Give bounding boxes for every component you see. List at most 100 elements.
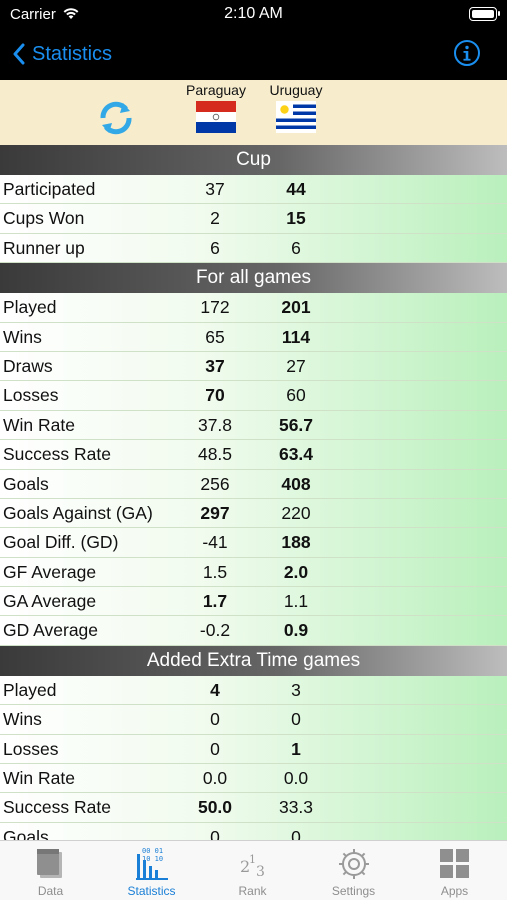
clock: 2:10 AM	[224, 5, 283, 22]
stat-value-paraguay: 4	[210, 679, 220, 700]
stat-value-paraguay: 70	[205, 385, 225, 406]
tab-label: Settings	[331, 884, 376, 898]
stat-value-paraguay: 37.8	[197, 414, 233, 435]
stat-value-uruguay: 0	[291, 709, 301, 730]
rank-icon: 2 1 3	[240, 853, 265, 880]
team-name: Paraguay	[186, 82, 246, 98]
tab-apps[interactable]: Apps	[404, 841, 505, 900]
stat-row: Goals 0 0	[0, 822, 507, 840]
stat-label: Success Rate	[3, 797, 111, 818]
stat-row: GD Average -0.2 0.9	[0, 616, 507, 646]
stat-value-uruguay: 0.0	[283, 768, 309, 789]
stat-value-paraguay: 48.5	[197, 444, 233, 465]
stat-row: Participated 37 44	[0, 175, 507, 205]
stat-row: Success Rate 48.5 63.4	[0, 440, 507, 470]
stat-value-uruguay: 6	[291, 237, 301, 258]
stat-row: Wins 65 114	[0, 322, 507, 352]
stat-row: Runner up 6 6	[0, 233, 507, 264]
stat-value-paraguay: 50.0	[197, 797, 233, 818]
stat-label: Win Rate	[3, 414, 75, 435]
stat-value-uruguay: 2.0	[283, 561, 309, 582]
svg-text:3: 3	[256, 864, 265, 880]
stat-value-uruguay: 27	[286, 355, 306, 376]
stat-row: Draws 37 27	[0, 351, 507, 382]
stat-value-paraguay: 37	[205, 355, 225, 376]
section-header-all-games: For all games	[0, 263, 507, 294]
apps-grid-icon	[440, 849, 469, 878]
tab-label: Data	[37, 884, 64, 898]
stat-value-paraguay: 1.5	[202, 561, 228, 582]
stat-row: Win Rate 0.0 0.0	[0, 764, 507, 794]
data-icon	[37, 849, 62, 878]
statistics-table[interactable]: Cup Participated 37 44 Cups Won 2 15 Run…	[0, 145, 507, 840]
stat-label: Participated	[3, 179, 96, 199]
stat-value-uruguay: 33.3	[278, 797, 314, 818]
tab-rank[interactable]: 2 1 3 Rank	[202, 841, 303, 900]
stat-label: Goals	[3, 826, 49, 840]
gear-icon	[339, 849, 369, 879]
stat-label: Losses	[3, 385, 59, 406]
svg-text:1: 1	[249, 853, 256, 866]
refresh-icon[interactable]	[96, 100, 136, 136]
stat-value-uruguay: 44	[286, 179, 306, 199]
tab-label: Rank	[238, 884, 267, 898]
statistics-icon: 00 01 10 10	[136, 847, 168, 880]
stat-label: Success Rate	[3, 444, 111, 465]
stat-value-uruguay: 3	[291, 679, 301, 700]
stat-value-uruguay: 0	[291, 826, 301, 840]
stat-row: Played 4 3	[0, 675, 507, 706]
uruguay-flag-icon	[276, 101, 316, 133]
stat-value-paraguay: 0.0	[202, 768, 228, 789]
stat-label: GD Average	[3, 620, 99, 641]
stat-label: Runner up	[3, 237, 85, 258]
chevron-left-icon	[13, 43, 25, 65]
tab-label: Statistics	[127, 884, 176, 898]
stat-value-uruguay: 201	[281, 297, 311, 318]
svg-text:10 10: 10 10	[142, 855, 163, 863]
stat-value-paraguay: 0	[210, 709, 220, 730]
stat-value-uruguay: 220	[281, 502, 311, 523]
info-icon[interactable]	[453, 39, 481, 67]
stat-value-uruguay: 0.9	[283, 620, 309, 641]
stat-row: Goals 256 408	[0, 469, 507, 499]
tab-label: Apps	[440, 884, 469, 898]
tab-settings[interactable]: Settings	[303, 841, 404, 900]
stat-value-uruguay: 188	[281, 532, 311, 553]
paraguay-flag-icon	[196, 101, 236, 133]
stat-row: Goals Against (GA) 297 220	[0, 498, 507, 529]
tab-data[interactable]: Data	[0, 841, 101, 900]
navigation-bar: Statistics	[0, 30, 507, 80]
stat-value-paraguay: 0	[210, 826, 220, 840]
stat-value-uruguay: 408	[281, 473, 311, 494]
stat-label: Goal Diff. (GD)	[3, 532, 119, 553]
team-paraguay: Paraguay	[176, 80, 256, 133]
stat-label: Goals Against (GA)	[3, 502, 153, 523]
stat-label: Win Rate	[3, 768, 75, 789]
stat-value-uruguay: 63.4	[278, 444, 314, 465]
back-button-label: Statistics	[32, 42, 113, 65]
stat-row: Played 172 201	[0, 293, 507, 323]
stat-value-uruguay: 114	[281, 326, 311, 347]
stat-label: GA Average	[3, 591, 97, 612]
stat-value-uruguay: 1	[291, 738, 301, 759]
section-header-extra-time: Added Extra Time games	[0, 645, 507, 676]
tab-statistics[interactable]: 00 01 10 10 Statistics	[101, 841, 202, 900]
stat-value-uruguay: 1.1	[283, 591, 309, 612]
stat-value-paraguay: -41	[202, 532, 228, 553]
stat-row: GA Average 1.7 1.1	[0, 587, 507, 617]
stat-value-paraguay: 172	[200, 297, 230, 318]
stat-label: GF Average	[3, 561, 97, 582]
stat-value-uruguay: 60	[286, 385, 306, 406]
stat-value-uruguay: 15	[286, 208, 306, 229]
stat-row: Win Rate 37.8 56.7	[0, 410, 507, 441]
stat-label: Played	[3, 679, 57, 700]
tab-bar: Data 00 01 10 10 Statistics 2 1 3 Rank S…	[0, 840, 507, 900]
stat-row: Success Rate 50.0 33.3	[0, 793, 507, 823]
back-button[interactable]: Statistics	[12, 40, 112, 68]
stat-label: Goals	[3, 473, 49, 494]
team-uruguay: Uruguay	[256, 80, 336, 133]
stat-value-paraguay: 65	[205, 326, 225, 347]
battery-icon	[469, 7, 500, 21]
status-bar: Carrier 2:10 AM	[0, 0, 507, 30]
stat-row: Losses 70 60	[0, 381, 507, 411]
